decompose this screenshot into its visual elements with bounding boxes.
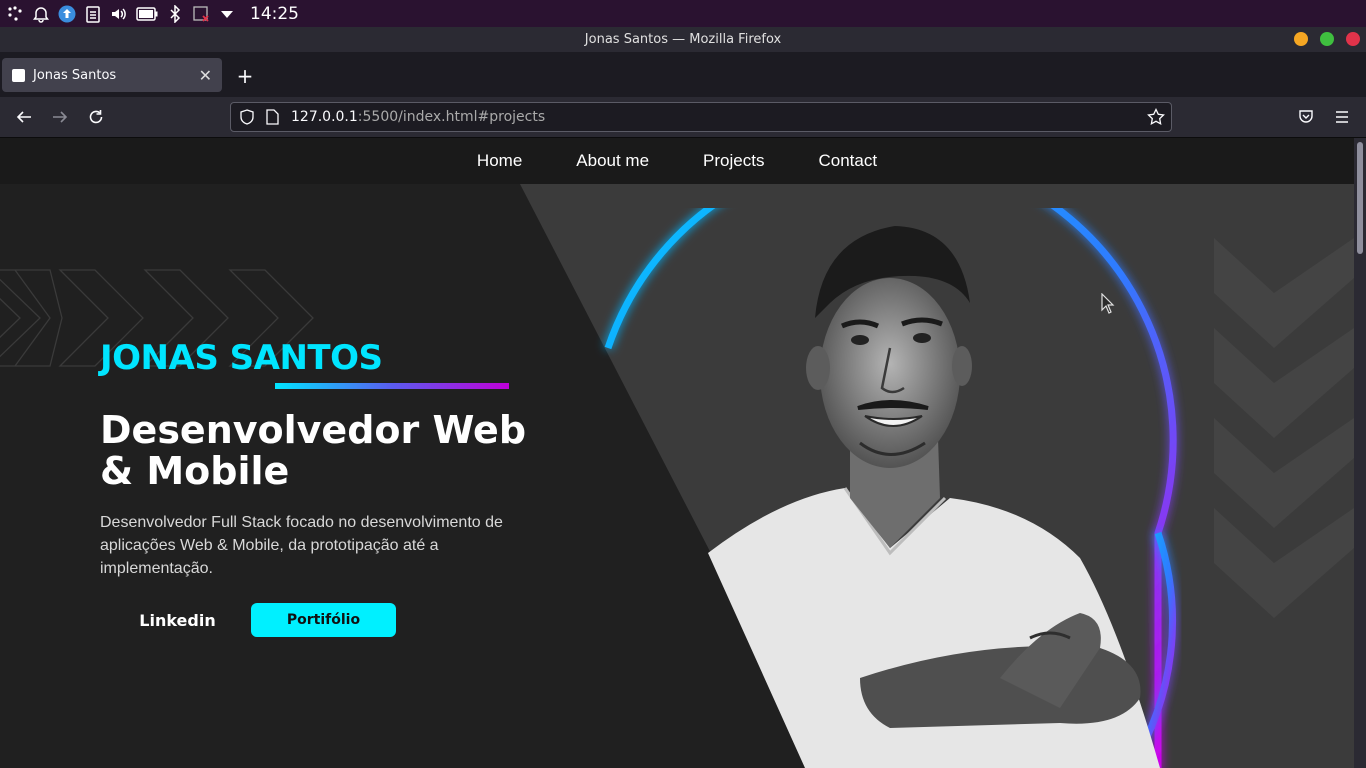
window-title-bar: Jonas Santos — Mozilla Firefox bbox=[0, 27, 1366, 52]
page-viewport: Home About me Projects Contact JONAS SAN… bbox=[0, 138, 1366, 768]
bookmark-star-icon[interactable] bbox=[1147, 108, 1165, 126]
bluetooth-icon[interactable] bbox=[166, 4, 184, 23]
nav-contact-link[interactable]: Contact bbox=[818, 151, 877, 171]
nav-projects-link[interactable]: Projects bbox=[703, 151, 764, 171]
minimize-button[interactable] bbox=[1294, 32, 1308, 46]
launcher-icon[interactable] bbox=[6, 5, 24, 23]
update-icon[interactable] bbox=[58, 5, 76, 23]
reload-icon[interactable] bbox=[86, 107, 106, 127]
portfolio-button[interactable]: Portifólio bbox=[251, 603, 396, 637]
page-scrollbar[interactable] bbox=[1354, 138, 1366, 768]
window-title: Jonas Santos — Mozilla Firefox bbox=[584, 32, 782, 47]
name-underline bbox=[275, 383, 509, 389]
mouse-cursor-icon bbox=[1101, 293, 1115, 314]
forward-icon[interactable] bbox=[50, 107, 70, 127]
dropdown-icon[interactable] bbox=[218, 5, 236, 23]
menu-icon[interactable] bbox=[1332, 107, 1352, 127]
tab-strip: Jonas Santos ✕ + bbox=[0, 52, 1366, 97]
hero-name: JONAS SANTOS bbox=[100, 338, 383, 378]
close-button[interactable] bbox=[1346, 32, 1360, 46]
hero-title: Desenvolvedor Web & Mobile bbox=[100, 408, 527, 493]
alarm-icon[interactable] bbox=[32, 5, 50, 23]
pocket-icon[interactable] bbox=[1296, 107, 1316, 127]
navigation-toolbar: 127.0.0.1:5500/index.html#projects bbox=[0, 97, 1366, 138]
nav-about-link[interactable]: About me bbox=[576, 151, 649, 171]
linkedin-button[interactable]: Linkedin bbox=[120, 603, 235, 637]
scrollbar-thumb[interactable] bbox=[1357, 142, 1363, 254]
network-off-icon[interactable] bbox=[192, 5, 210, 23]
volume-icon[interactable] bbox=[110, 5, 128, 23]
chevrons-decoration-right bbox=[1214, 238, 1354, 618]
page-icon[interactable] bbox=[265, 109, 279, 125]
tab-title: Jonas Santos bbox=[33, 67, 117, 83]
maximize-button[interactable] bbox=[1320, 32, 1334, 46]
window-controls bbox=[1294, 32, 1360, 46]
tab-jonas-santos[interactable]: Jonas Santos ✕ bbox=[2, 58, 222, 92]
new-tab-icon[interactable]: + bbox=[234, 64, 256, 88]
battery-icon[interactable] bbox=[136, 5, 158, 23]
url-bar[interactable]: 127.0.0.1:5500/index.html#projects bbox=[230, 102, 1172, 132]
site-navigation: Home About me Projects Contact bbox=[0, 138, 1354, 184]
tab-close-icon[interactable]: ✕ bbox=[199, 66, 212, 85]
url-path: :5500/index.html#projects bbox=[357, 109, 546, 125]
shield-icon[interactable] bbox=[239, 109, 255, 125]
profile-photo bbox=[604, 208, 1177, 768]
url-host: 127.0.0.1 bbox=[291, 109, 358, 125]
back-icon[interactable] bbox=[14, 107, 34, 127]
clipboard-icon[interactable] bbox=[84, 5, 102, 23]
clock: 14:25 bbox=[250, 3, 299, 24]
page-favicon-icon bbox=[12, 68, 25, 82]
nav-home-link[interactable]: Home bbox=[477, 151, 522, 171]
system-top-bar: 14:25 bbox=[0, 0, 1366, 27]
hero-description: Desenvolvedor Full Stack focado no desen… bbox=[100, 514, 503, 577]
